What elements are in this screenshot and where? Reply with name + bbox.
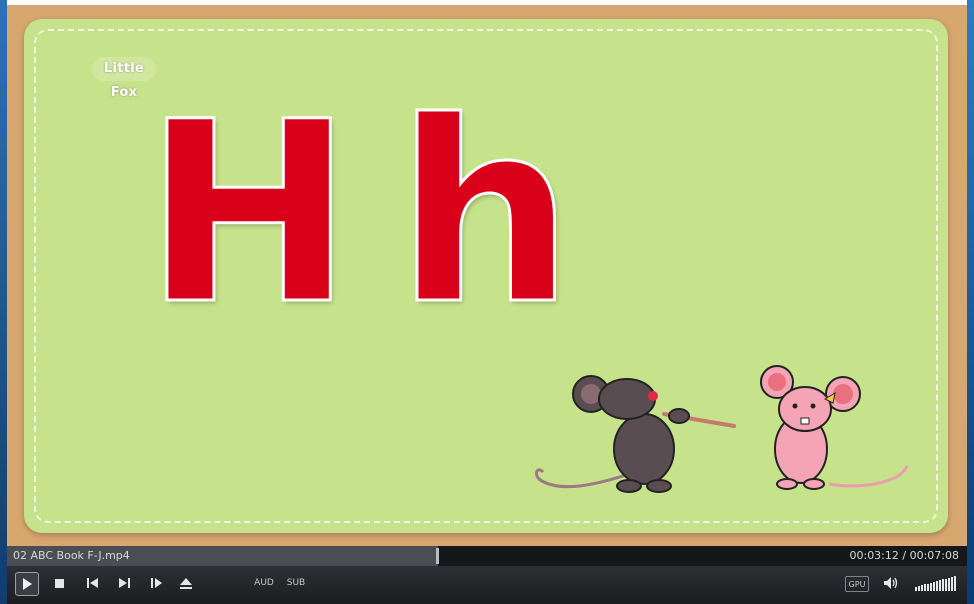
volume-slider[interactable] — [915, 575, 959, 591]
volume-bar — [924, 584, 926, 591]
previous-button[interactable] — [83, 572, 101, 594]
volume-bar — [954, 575, 956, 591]
next-button[interactable] — [115, 572, 133, 594]
volume-bar — [951, 576, 953, 591]
lowercase-letter: h — [395, 68, 576, 359]
eject-icon — [180, 577, 192, 589]
mute-button[interactable] — [881, 572, 901, 594]
volume-bar — [948, 577, 950, 591]
file-name: 02 ABC Book F-J.mp4 — [13, 549, 130, 562]
mice-illustration — [534, 365, 909, 493]
gpu-button[interactable]: GPU — [845, 576, 869, 592]
play-button[interactable] — [15, 572, 39, 596]
skip-forward-icon — [118, 578, 130, 588]
volume-bar — [918, 586, 920, 591]
volume-bar — [921, 585, 923, 591]
volume-bar — [936, 581, 938, 591]
audio-track-button[interactable]: AUD — [253, 572, 275, 594]
uppercase-letter: H — [142, 68, 354, 359]
play-icon — [23, 578, 32, 590]
volume-icon — [884, 577, 898, 589]
volume-bar — [930, 582, 932, 591]
stop-button[interactable] — [51, 572, 67, 594]
seek-bar[interactable]: 02 ABC Book F-J.mp4 00:03:12 / 00:07:08 — [7, 546, 967, 566]
volume-bar — [915, 587, 917, 591]
desktop-edge-left — [0, 0, 7, 604]
frame-step-button[interactable] — [147, 572, 165, 594]
seek-thumb[interactable] — [436, 548, 439, 564]
volume-bar — [933, 581, 935, 591]
volume-bar — [939, 580, 941, 591]
volume-bar — [945, 578, 947, 591]
frame-step-icon — [150, 578, 162, 588]
video-area[interactable]: Little Fox H h — [7, 5, 967, 546]
subtitle-button[interactable]: SUB — [285, 572, 307, 594]
volume-bar — [927, 583, 929, 591]
control-bar: AUD SUB GPU — [7, 566, 967, 604]
volume-bar — [942, 579, 944, 591]
stop-icon — [54, 578, 64, 588]
time-display: 00:03:12 / 00:07:08 — [849, 549, 959, 562]
flashcard: Little Fox H h — [24, 19, 948, 533]
desktop-edge-right — [967, 0, 974, 604]
eject-button[interactable] — [177, 572, 195, 594]
media-player-window: Little Fox H h 02 ABC Book F-J.mp4 00:03… — [7, 0, 967, 604]
skip-back-icon — [86, 578, 98, 588]
